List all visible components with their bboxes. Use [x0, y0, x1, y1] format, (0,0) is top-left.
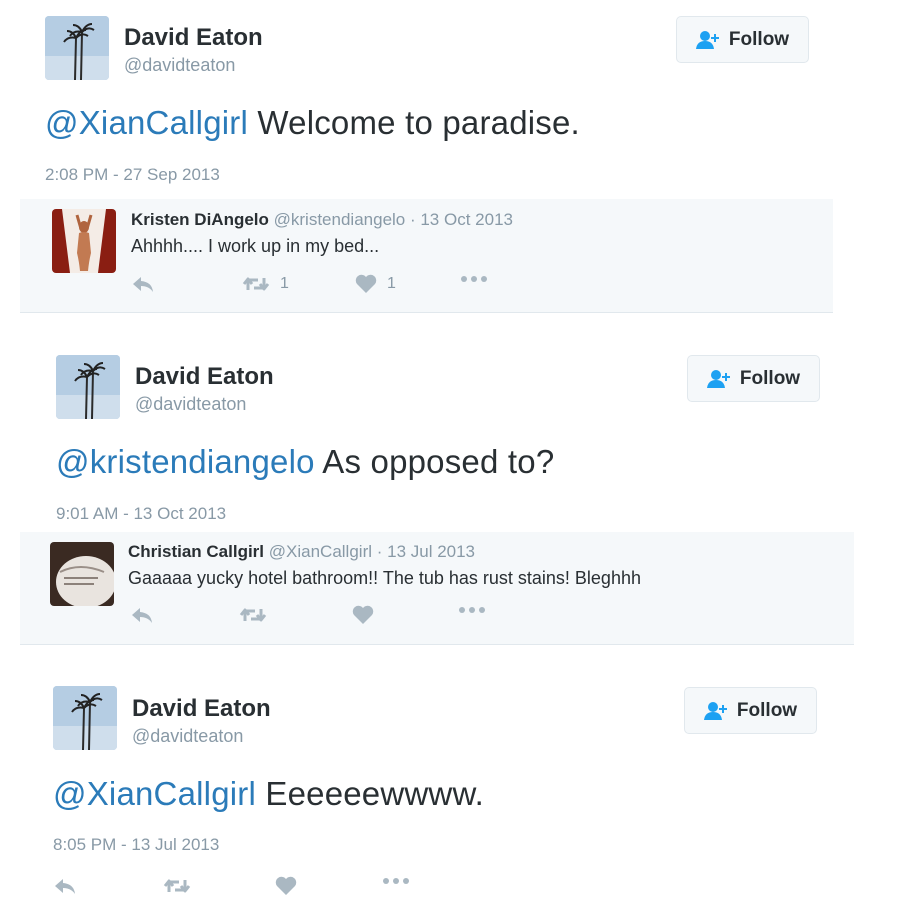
tweet-card: David Eaton @davidteaton Follow @XianCal… [0, 667, 900, 914]
reply-button[interactable] [53, 876, 77, 896]
reply-icon [130, 605, 154, 625]
author-name[interactable]: David Eaton [132, 695, 271, 723]
tweet-body: Eeeeeewwww. [256, 775, 485, 812]
add-user-icon [695, 30, 722, 50]
follow-label: Follow [739, 367, 801, 389]
tweet-body: Welcome to paradise. [248, 104, 580, 141]
add-user-icon [706, 369, 733, 389]
palm-tree-avatar[interactable] [45, 16, 109, 80]
mention-link[interactable]: @kristendiangelo [56, 443, 315, 480]
follow-label: Follow [728, 28, 790, 50]
quoted-text: Ahhhh.... I work up in my bed... [131, 236, 380, 256]
reply-icon [53, 876, 77, 896]
tweet-text: @XianCallgirl Welcome to paradise. [45, 104, 580, 142]
palm-tree-avatar[interactable] [53, 686, 117, 750]
quoted-author-meta[interactable]: @XianCallgirl · 13 Jul 2013 [269, 542, 475, 561]
author-handle[interactable]: @davidteaton [135, 394, 246, 415]
more-dots-icon [382, 876, 410, 886]
follow-button[interactable]: Follow [684, 687, 817, 734]
more-button[interactable] [382, 876, 410, 886]
heart-icon [275, 876, 297, 896]
follow-button[interactable]: Follow [687, 355, 820, 402]
like-button[interactable] [352, 605, 374, 625]
quoted-author-name[interactable]: Christian Callgirl [128, 542, 264, 561]
tweet-text: @XianCallgirl Eeeeeewwww. [53, 775, 484, 813]
retweet-icon [163, 876, 191, 896]
quoted-header: Kristen DiAngelo @kristendiangelo · 13 O… [131, 210, 513, 230]
quoted-tweet[interactable]: Christian Callgirl @XianCallgirl · 13 Ju… [20, 532, 854, 645]
quoted-actions: 1 1 [131, 274, 511, 300]
tweet-text: @kristendiangelo As opposed to? [56, 443, 554, 481]
tweet-timestamp[interactable]: 9:01 AM - 13 Oct 2013 [56, 504, 226, 524]
more-dots-icon [460, 274, 488, 284]
quoted-text: Gaaaaa yucky hotel bathroom!! The tub ha… [128, 568, 641, 588]
mention-link[interactable]: @XianCallgirl [45, 104, 248, 141]
reply-button[interactable] [130, 605, 154, 625]
quoted-header: Christian Callgirl @XianCallgirl · 13 Ju… [128, 542, 475, 562]
author-name[interactable]: David Eaton [135, 363, 274, 391]
reply-button[interactable] [131, 274, 155, 294]
author-handle[interactable]: @davidteaton [124, 55, 235, 76]
author-handle[interactable]: @davidteaton [132, 726, 243, 747]
retweet-button[interactable] [163, 876, 191, 896]
palm-tree-avatar[interactable] [56, 355, 120, 419]
heart-icon [355, 274, 377, 294]
retweet-button[interactable]: 1 [242, 274, 289, 294]
retweet-count: 1 [280, 275, 289, 292]
mention-link[interactable]: @XianCallgirl [53, 775, 256, 812]
tweet-timestamp[interactable]: 8:05 PM - 13 Jul 2013 [53, 835, 219, 855]
follow-label: Follow [736, 699, 798, 721]
retweet-button[interactable] [239, 605, 267, 625]
retweet-icon [242, 274, 270, 294]
quoted-actions [130, 605, 510, 631]
tweet-actions [53, 876, 433, 902]
retweet-icon [239, 605, 267, 625]
more-button[interactable] [460, 274, 488, 284]
author-name[interactable]: David Eaton [124, 24, 263, 52]
quoted-tweet[interactable]: Kristen DiAngelo @kristendiangelo · 13 O… [20, 199, 833, 313]
tweet-timestamp[interactable]: 2:08 PM - 27 Sep 2013 [45, 165, 220, 185]
like-button[interactable]: 1 [355, 274, 396, 294]
more-dots-icon [458, 605, 486, 615]
add-user-icon [703, 701, 730, 721]
heart-icon [352, 605, 374, 625]
quoted-author-meta[interactable]: @kristendiangelo · 13 Oct 2013 [274, 210, 513, 229]
tweet-card: David Eaton @davidteaton Follow @XianCal… [0, 0, 900, 330]
tweet-card: David Eaton @davidteaton Follow @kristen… [0, 335, 900, 650]
tweet-body: As opposed to? [314, 443, 555, 480]
like-count: 1 [387, 275, 396, 292]
follow-button[interactable]: Follow [676, 16, 809, 63]
quoted-avatar[interactable] [52, 209, 116, 273]
more-button[interactable] [458, 605, 486, 615]
reply-icon [131, 274, 155, 294]
quoted-author-name[interactable]: Kristen DiAngelo [131, 210, 269, 229]
quoted-avatar[interactable] [50, 542, 114, 606]
like-button[interactable] [275, 876, 297, 896]
